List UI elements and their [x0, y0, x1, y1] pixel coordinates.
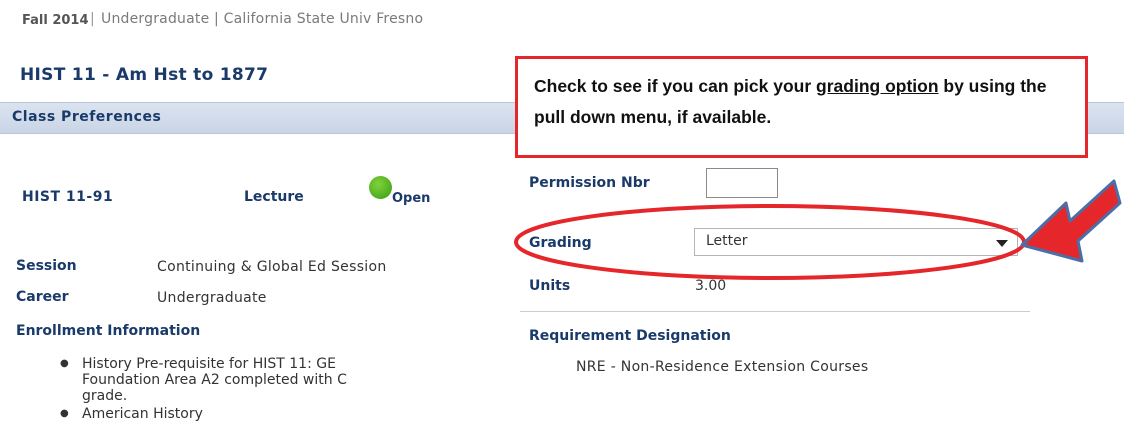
career-label: Career: [16, 289, 69, 305]
requirement-designation-value: NRE - Non-Residence Extension Courses: [576, 359, 869, 375]
callout-text-part: Check to see if you can pick your: [534, 76, 817, 96]
highlight-ellipse: [514, 204, 1026, 280]
term-label: Fall 2014: [22, 13, 89, 28]
status-open: Open: [392, 191, 431, 206]
class-title: HIST 11 - Am Hst to 1877: [20, 65, 269, 85]
permission-number-input[interactable]: [706, 168, 778, 198]
requirement-designation-label: Requirement Designation: [529, 328, 731, 344]
component-label: Lecture: [244, 189, 304, 205]
career-institution: Undergraduate | California State Univ Fr…: [101, 11, 424, 27]
class-preferences-title: Class Preferences: [12, 109, 162, 125]
header-separator: |: [90, 11, 95, 27]
permission-number-label: Permission Nbr: [529, 175, 650, 191]
enrollment-information-label: Enrollment Information: [16, 323, 201, 339]
callout-underlined-term: grading option: [816, 76, 939, 96]
green-circle-icon: [369, 176, 392, 199]
annotation-callout-text: Check to see if you can pick your gradin…: [534, 71, 1074, 133]
section-number: HIST 11-91: [22, 189, 114, 205]
list-item: American History: [60, 406, 380, 422]
list-item: History Pre-requisite for HIST 11: GE Fo…: [60, 356, 380, 404]
session-value: Continuing & Global Ed Session: [157, 259, 387, 275]
divider: [520, 311, 1030, 312]
session-label: Session: [16, 258, 77, 274]
enrollment-information-list: History Pre-requisite for HIST 11: GE Fo…: [60, 356, 380, 424]
career-value: Undergraduate: [157, 290, 267, 306]
red-arrow-icon: [1020, 179, 1122, 263]
